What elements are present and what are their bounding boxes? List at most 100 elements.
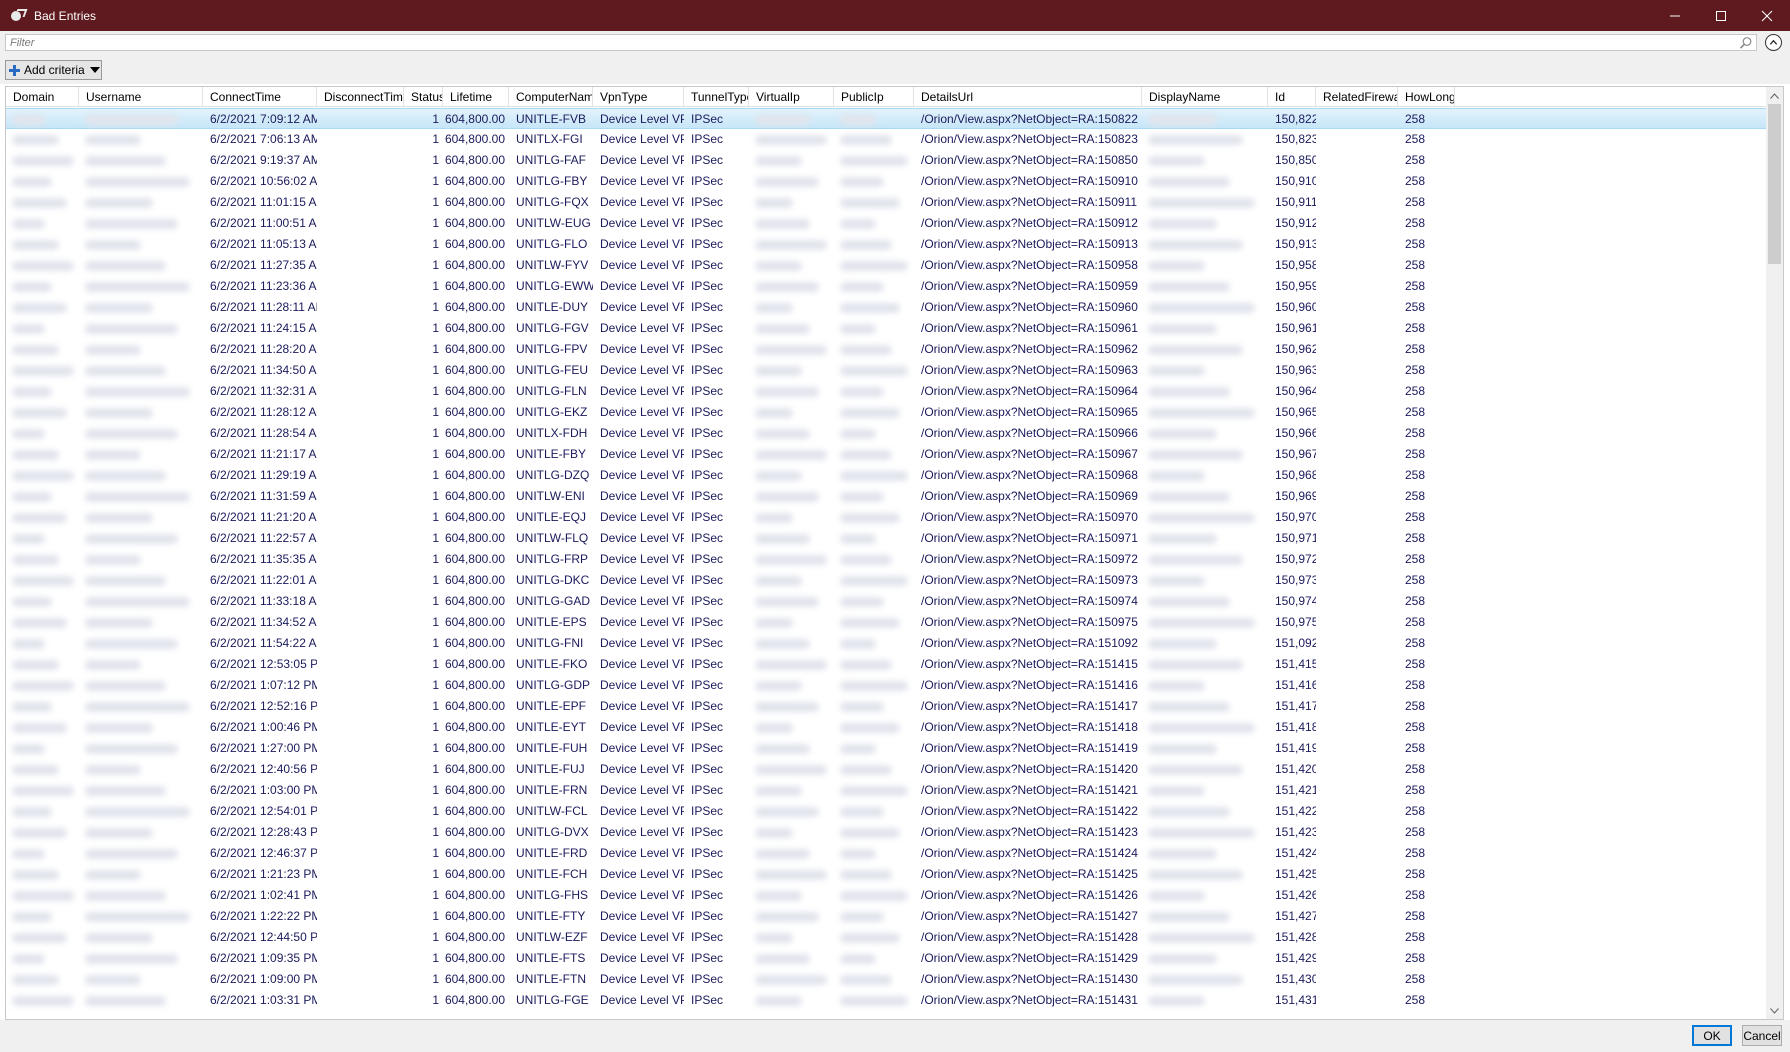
table-row[interactable]: 6/2/2021 12:54:01 PM 1 604,800.00 UNITLW-FC… (6, 801, 1766, 822)
table-row[interactable]: 6/2/2021 9:19:37 AM 1 604,800.00 UNITLG-FAF… (6, 150, 1766, 171)
table-row[interactable]: 6/2/2021 11:05:13 AM 1 604,800.00 UNITLG-FL… (6, 234, 1766, 255)
collapse-filter-button[interactable] (1765, 34, 1782, 51)
table-row[interactable]: 6/2/2021 11:28:54 AM 1 604,800.00 UNITLX-FD… (6, 423, 1766, 444)
table-row[interactable]: 6/2/2021 11:28:11 AM 1 604,800.00 UNITLE-DU… (6, 297, 1766, 318)
table-row[interactable]: 6/2/2021 11:28:20 AM 1 604,800.00 UNITLG-FP… (6, 339, 1766, 360)
column-header-how-long[interactable]: HowLong (1398, 87, 1455, 107)
add-criteria-button[interactable]: Add criteria (5, 60, 102, 80)
table-row[interactable]: 6/2/2021 11:21:17 AM 1 604,800.00 UNITLE-FB… (6, 444, 1766, 465)
cell-connect-time: 6/2/2021 11:28:11 AM (210, 300, 317, 314)
filter-input[interactable] (5, 34, 1757, 51)
cell-related-firewall (1316, 486, 1398, 507)
column-header-public-ip[interactable]: PublicIp (834, 87, 914, 107)
table-row[interactable]: 6/2/2021 11:34:52 AM 1 604,800.00 UNITLE-EP… (6, 612, 1766, 633)
column-header-lifetime[interactable]: Lifetime (443, 87, 509, 107)
table-row[interactable]: 6/2/2021 7:09:12 AM 1 604,800.00 UNITLE-FVB… (6, 108, 1766, 129)
table-row[interactable]: 6/2/2021 11:35:35 AM 1 604,800.00 UNITLG-FR… (6, 549, 1766, 570)
cell-vpn-type: Device Level VPN (600, 909, 684, 923)
table-row[interactable]: 6/2/2021 1:03:31 PM 1 604,800.00 UNITLG-FGE… (6, 990, 1766, 1011)
redacted-bar (840, 681, 908, 691)
cell-disconnect-time (317, 591, 404, 612)
table-row[interactable]: 6/2/2021 11:22:01 AM 1 604,800.00 UNITLG-DK… (6, 570, 1766, 591)
table-row[interactable]: 6/2/2021 1:09:00 PM 1 604,800.00 UNITLE-FTN… (6, 969, 1766, 990)
search-icon[interactable] (1739, 36, 1753, 50)
cell-vpn-type: Device Level VPN (600, 594, 684, 608)
scrollbar-thumb[interactable] (1768, 104, 1781, 264)
cell-vpn-type: Device Level VPN (600, 699, 684, 713)
cell-disconnect-time (317, 990, 404, 1011)
table-row[interactable]: 6/2/2021 11:28:12 AM 1 604,800.00 UNITLG-EK… (6, 402, 1766, 423)
redacted-bar (840, 870, 892, 880)
table-row[interactable]: 6/2/2021 11:31:59 AM 1 604,800.00 UNITLW-EN… (6, 486, 1766, 507)
column-header-status[interactable]: Status (404, 87, 443, 107)
table-row[interactable]: 6/2/2021 11:23:36 AM 1 604,800.00 UNITLG-EW… (6, 276, 1766, 297)
table-row[interactable]: 6/2/2021 1:02:41 PM 1 604,800.00 UNITLG-FHS… (6, 885, 1766, 906)
table-row[interactable]: 6/2/2021 11:32:31 AM 1 604,800.00 UNITLG-FL… (6, 381, 1766, 402)
column-header-connect-time[interactable]: ConnectTime (203, 87, 317, 107)
redacted-username (79, 885, 203, 906)
redacted-bar (840, 429, 876, 439)
ok-button[interactable]: OK (1692, 1025, 1732, 1046)
redacted-bar (85, 702, 190, 712)
table-row[interactable]: 6/2/2021 11:34:50 AM 1 604,800.00 UNITLG-FE… (6, 360, 1766, 381)
cell-how-long: 258 (1405, 153, 1426, 167)
column-header-display-name[interactable]: DisplayName (1142, 87, 1268, 107)
table-row[interactable]: 6/2/2021 11:01:15 AM 1 604,800.00 UNITLG-FQ… (6, 192, 1766, 213)
maximize-button[interactable] (1698, 0, 1744, 31)
column-header-related-firewall[interactable]: RelatedFirewall (1316, 87, 1398, 107)
table-row[interactable]: 6/2/2021 11:54:22 AM 1 604,800.00 UNITLG-FN… (6, 633, 1766, 654)
table-row[interactable]: 6/2/2021 12:40:56 PM 1 604,800.00 UNITLE-FU… (6, 759, 1766, 780)
cell-details-url: /Orion/View.aspx?NetObject=RA:151418 (921, 720, 1138, 734)
table-row[interactable]: 6/2/2021 11:00:51 AM 1 604,800.00 UNITLW-EU… (6, 213, 1766, 234)
column-header-virtual-ip[interactable]: VirtualIp (749, 87, 834, 107)
table-row[interactable]: 6/2/2021 11:27:35 AM 1 604,800.00 UNITLW-FY… (6, 255, 1766, 276)
cell-id: 151,427 (1275, 909, 1316, 923)
table-row[interactable]: 6/2/2021 12:52:16 PM 1 604,800.00 UNITLE-EP… (6, 696, 1766, 717)
column-header-id[interactable]: Id (1268, 87, 1316, 107)
table-row[interactable]: 6/2/2021 12:28:43 PM 1 604,800.00 UNITLG-DV… (6, 822, 1766, 843)
close-button[interactable] (1744, 0, 1790, 31)
table-row[interactable]: 6/2/2021 7:06:13 AM 1 604,800.00 UNITLX-FGI… (6, 129, 1766, 150)
table-row[interactable]: 6/2/2021 1:07:12 PM 1 604,800.00 UNITLG-GDP… (6, 675, 1766, 696)
table-row[interactable]: 6/2/2021 10:56:02 AM 1 604,800.00 UNITLG-FB… (6, 171, 1766, 192)
cell-vpn-type: Device Level VPN (600, 489, 684, 503)
redacted-bar (12, 177, 52, 187)
redacted-bar (85, 828, 153, 838)
scroll-down-button[interactable] (1766, 1002, 1783, 1019)
cell-lifetime: 604,800.00 (444, 657, 505, 671)
vertical-scrollbar[interactable] (1766, 87, 1783, 1019)
redacted-public-ip (834, 213, 914, 234)
table-row[interactable]: 6/2/2021 1:27:00 PM 1 604,800.00 UNITLE-FUH… (6, 738, 1766, 759)
column-header-username[interactable]: Username (79, 87, 203, 107)
column-header-details-url[interactable]: DetailsUrl (914, 87, 1142, 107)
minimize-button[interactable] (1652, 0, 1698, 31)
table-row[interactable]: 6/2/2021 1:03:00 PM 1 604,800.00 UNITLE-FRN… (6, 780, 1766, 801)
scroll-up-button[interactable] (1766, 87, 1783, 104)
redacted-public-ip (834, 738, 914, 759)
cancel-button[interactable]: Cancel (1742, 1025, 1782, 1046)
column-header-vpn-type[interactable]: VpnType (593, 87, 684, 107)
table-row[interactable]: 6/2/2021 1:21:23 PM 1 604,800.00 UNITLE-FCH… (6, 864, 1766, 885)
table-row[interactable]: 6/2/2021 12:46:37 PM 1 604,800.00 UNITLE-FR… (6, 843, 1766, 864)
redacted-bar (85, 681, 166, 691)
column-header-domain[interactable]: Domain (6, 87, 79, 107)
table-row[interactable]: 6/2/2021 11:22:57 AM 1 604,800.00 UNITLW-FL… (6, 528, 1766, 549)
cell-details-url: /Orion/View.aspx?NetObject=RA:150970 (921, 510, 1138, 524)
cell-details-url: /Orion/View.aspx?NetObject=RA:151092 (921, 636, 1138, 650)
table-row[interactable]: 6/2/2021 12:53:05 PM 1 604,800.00 UNITLE-FK… (6, 654, 1766, 675)
column-header-tunnel-type[interactable]: TunnelType (684, 87, 749, 107)
cell-vpn-type: Device Level VPN (600, 951, 684, 965)
table-row[interactable]: 6/2/2021 11:33:18 AM 1 604,800.00 UNITLG-GA… (6, 591, 1766, 612)
column-header-computer-name[interactable]: ComputerName (509, 87, 593, 107)
column-header-disconnect-time[interactable]: DisconnectTime (317, 87, 404, 107)
table-row[interactable]: 6/2/2021 1:09:35 PM 1 604,800.00 UNITLE-FTS… (6, 948, 1766, 969)
redacted-domain (6, 822, 79, 843)
table-row[interactable]: 6/2/2021 1:22:22 PM 1 604,800.00 UNITLE-FTY… (6, 906, 1766, 927)
table-row[interactable]: 6/2/2021 1:00:46 PM 1 604,800.00 UNITLE-EYT… (6, 717, 1766, 738)
table-row[interactable]: 6/2/2021 11:24:15 AM 1 604,800.00 UNITLG-FG… (6, 318, 1766, 339)
redacted-public-ip (834, 654, 914, 675)
table-row[interactable]: 6/2/2021 12:44:50 PM 1 604,800.00 UNITLW-EZ… (6, 927, 1766, 948)
table-row[interactable]: 6/2/2021 11:29:19 AM 1 604,800.00 UNITLG-DZ… (6, 465, 1766, 486)
redacted-username (79, 129, 203, 150)
table-row[interactable]: 6/2/2021 11:21:20 AM 1 604,800.00 UNITLE-EQ… (6, 507, 1766, 528)
